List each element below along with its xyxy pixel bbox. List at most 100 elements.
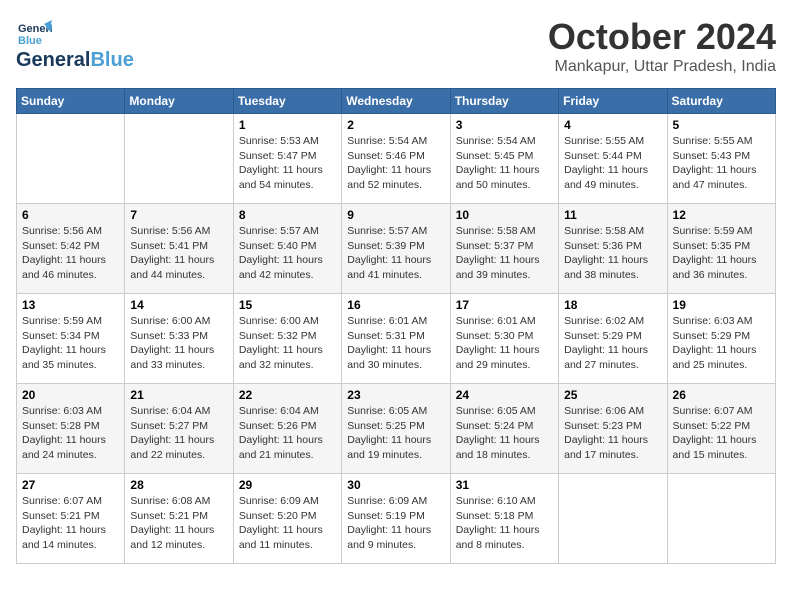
day-cell-25: 25Sunrise: 6:06 AMSunset: 5:23 PMDayligh… bbox=[559, 384, 667, 474]
calendar-header: SundayMondayTuesdayWednesdayThursdayFrid… bbox=[17, 89, 776, 114]
day-cell-9: 9Sunrise: 5:57 AMSunset: 5:39 PMDaylight… bbox=[342, 204, 450, 294]
page-header: General Blue General Blue October 2024 M… bbox=[16, 16, 776, 76]
day-cell-15: 15 Sunrise: 6:00 AMSunset: 5:32 PMDayligh… bbox=[233, 294, 341, 384]
day-number: 11 bbox=[564, 208, 661, 222]
day-info: Sunrise: 6:03 AMSunset: 5:28 PMDaylight:… bbox=[22, 404, 119, 463]
day-number: 1 bbox=[239, 118, 336, 132]
day-info: Sunrise: 5:59 AMSunset: 5:35 PMDaylight:… bbox=[673, 224, 770, 283]
day-cell-16: 16 Sunrise: 6:01 AMSunset: 5:31 PMDayligh… bbox=[342, 294, 450, 384]
day-number: 23 bbox=[347, 388, 444, 402]
day-cell-12: 12 Sunrise: 5:59 AMSunset: 5:35 PMDayligh… bbox=[667, 204, 775, 294]
day-number: 9 bbox=[347, 208, 444, 222]
day-info: Sunrise: 6:02 AMSunset: 5:29 PMDaylight:… bbox=[564, 314, 661, 373]
day-info: Sunrise: 6:07 AMSunset: 5:21 PMDaylight:… bbox=[22, 494, 119, 553]
column-header-wednesday: Wednesday bbox=[342, 89, 450, 114]
day-number: 4 bbox=[564, 118, 661, 132]
day-cell-27: 27 Sunrise: 6:07 AMSunset: 5:21 PMDayligh… bbox=[17, 474, 125, 564]
logo: General Blue General Blue bbox=[16, 16, 134, 72]
day-info: Sunrise: 6:05 AMSunset: 5:24 PMDaylight:… bbox=[456, 404, 553, 463]
day-number: 17 bbox=[456, 298, 553, 312]
empty-cell bbox=[667, 474, 775, 564]
day-number: 18 bbox=[564, 298, 661, 312]
day-number: 14 bbox=[130, 298, 227, 312]
header-row: SundayMondayTuesdayWednesdayThursdayFrid… bbox=[17, 89, 776, 114]
day-info: Sunrise: 6:00 AMSunset: 5:32 PMDaylight:… bbox=[239, 314, 336, 373]
day-info: Sunrise: 5:59 AMSunset: 5:34 PMDaylight:… bbox=[22, 314, 119, 373]
day-number: 16 bbox=[347, 298, 444, 312]
day-cell-14: 14 Sunrise: 6:00 AMSunset: 5:33 PMDayligh… bbox=[125, 294, 233, 384]
day-cell-26: 26Sunrise: 6:07 AMSunset: 5:22 PMDayligh… bbox=[667, 384, 775, 474]
day-info: Sunrise: 6:03 AMSunset: 5:29 PMDaylight:… bbox=[673, 314, 770, 373]
day-number: 20 bbox=[22, 388, 119, 402]
day-cell-17: 17Sunrise: 6:01 AMSunset: 5:30 PMDayligh… bbox=[450, 294, 558, 384]
day-info: Sunrise: 6:09 AMSunset: 5:20 PMDaylight:… bbox=[239, 494, 336, 553]
empty-cell bbox=[559, 474, 667, 564]
day-cell-18: 18 Sunrise: 6:02 AMSunset: 5:29 PMDayligh… bbox=[559, 294, 667, 384]
day-cell-8: 8 Sunrise: 5:57 AMSunset: 5:40 PMDaylight… bbox=[233, 204, 341, 294]
week-row-1: 1Sunrise: 5:53 AMSunset: 5:47 PMDaylight… bbox=[17, 114, 776, 204]
week-row-3: 13 Sunrise: 5:59 AMSunset: 5:34 PMDayligh… bbox=[17, 294, 776, 384]
day-info: Sunrise: 5:56 AMSunset: 5:42 PMDaylight:… bbox=[22, 224, 119, 283]
empty-cell bbox=[17, 114, 125, 204]
day-info: Sunrise: 5:58 AMSunset: 5:36 PMDaylight:… bbox=[564, 224, 661, 283]
day-number: 5 bbox=[673, 118, 770, 132]
location: Mankapur, Uttar Pradesh, India bbox=[548, 58, 776, 76]
day-cell-11: 11 Sunrise: 5:58 AMSunset: 5:36 PMDayligh… bbox=[559, 204, 667, 294]
day-number: 2 bbox=[347, 118, 444, 132]
column-header-saturday: Saturday bbox=[667, 89, 775, 114]
day-number: 25 bbox=[564, 388, 661, 402]
day-info: Sunrise: 6:09 AMSunset: 5:19 PMDaylight:… bbox=[347, 494, 444, 553]
day-cell-13: 13 Sunrise: 5:59 AMSunset: 5:34 PMDayligh… bbox=[17, 294, 125, 384]
day-info: Sunrise: 5:55 AMSunset: 5:43 PMDaylight:… bbox=[673, 134, 770, 193]
day-cell-23: 23 Sunrise: 6:05 AMSunset: 5:25 PMDayligh… bbox=[342, 384, 450, 474]
day-number: 28 bbox=[130, 478, 227, 492]
day-info: Sunrise: 5:54 AMSunset: 5:46 PMDaylight:… bbox=[347, 134, 444, 193]
day-info: Sunrise: 5:58 AMSunset: 5:37 PMDaylight:… bbox=[456, 224, 553, 283]
day-cell-29: 29Sunrise: 6:09 AMSunset: 5:20 PMDayligh… bbox=[233, 474, 341, 564]
day-number: 31 bbox=[456, 478, 553, 492]
day-number: 12 bbox=[673, 208, 770, 222]
day-number: 27 bbox=[22, 478, 119, 492]
day-info: Sunrise: 6:08 AMSunset: 5:21 PMDaylight:… bbox=[130, 494, 227, 553]
day-info: Sunrise: 5:55 AMSunset: 5:44 PMDaylight:… bbox=[564, 134, 661, 193]
day-info: Sunrise: 6:04 AMSunset: 5:27 PMDaylight:… bbox=[130, 404, 227, 463]
day-number: 7 bbox=[130, 208, 227, 222]
day-cell-24: 24Sunrise: 6:05 AMSunset: 5:24 PMDayligh… bbox=[450, 384, 558, 474]
day-cell-10: 10 Sunrise: 5:58 AMSunset: 5:37 PMDayligh… bbox=[450, 204, 558, 294]
day-number: 30 bbox=[347, 478, 444, 492]
calendar: SundayMondayTuesdayWednesdayThursdayFrid… bbox=[16, 88, 776, 564]
column-header-tuesday: Tuesday bbox=[233, 89, 341, 114]
day-number: 26 bbox=[673, 388, 770, 402]
day-cell-2: 2 Sunrise: 5:54 AMSunset: 5:46 PMDaylight… bbox=[342, 114, 450, 204]
column-header-thursday: Thursday bbox=[450, 89, 558, 114]
day-number: 13 bbox=[22, 298, 119, 312]
column-header-sunday: Sunday bbox=[17, 89, 125, 114]
day-number: 15 bbox=[239, 298, 336, 312]
day-info: Sunrise: 6:04 AMSunset: 5:26 PMDaylight:… bbox=[239, 404, 336, 463]
week-row-5: 27 Sunrise: 6:07 AMSunset: 5:21 PMDayligh… bbox=[17, 474, 776, 564]
day-cell-1: 1Sunrise: 5:53 AMSunset: 5:47 PMDaylight… bbox=[233, 114, 341, 204]
day-info: Sunrise: 6:05 AMSunset: 5:25 PMDaylight:… bbox=[347, 404, 444, 463]
day-cell-7: 7Sunrise: 5:56 AMSunset: 5:41 PMDaylight… bbox=[125, 204, 233, 294]
logo-general: General bbox=[16, 49, 90, 72]
day-cell-19: 19 Sunrise: 6:03 AMSunset: 5:29 PMDayligh… bbox=[667, 294, 775, 384]
day-cell-22: 22 Sunrise: 6:04 AMSunset: 5:26 PMDayligh… bbox=[233, 384, 341, 474]
week-row-2: 6 Sunrise: 5:56 AMSunset: 5:42 PMDaylight… bbox=[17, 204, 776, 294]
day-number: 19 bbox=[673, 298, 770, 312]
day-number: 21 bbox=[130, 388, 227, 402]
day-number: 6 bbox=[22, 208, 119, 222]
day-info: Sunrise: 6:10 AMSunset: 5:18 PMDaylight:… bbox=[456, 494, 553, 553]
day-number: 22 bbox=[239, 388, 336, 402]
day-info: Sunrise: 5:57 AMSunset: 5:40 PMDaylight:… bbox=[239, 224, 336, 283]
day-cell-31: 31 Sunrise: 6:10 AMSunset: 5:18 PMDayligh… bbox=[450, 474, 558, 564]
day-number: 10 bbox=[456, 208, 553, 222]
day-cell-4: 4 Sunrise: 5:55 AMSunset: 5:44 PMDaylight… bbox=[559, 114, 667, 204]
day-info: Sunrise: 6:01 AMSunset: 5:31 PMDaylight:… bbox=[347, 314, 444, 373]
svg-text:Blue: Blue bbox=[18, 35, 42, 47]
day-cell-28: 28 Sunrise: 6:08 AMSunset: 5:21 PMDayligh… bbox=[125, 474, 233, 564]
day-info: Sunrise: 6:00 AMSunset: 5:33 PMDaylight:… bbox=[130, 314, 227, 373]
day-cell-20: 20 Sunrise: 6:03 AMSunset: 5:28 PMDayligh… bbox=[17, 384, 125, 474]
day-number: 8 bbox=[239, 208, 336, 222]
column-header-friday: Friday bbox=[559, 89, 667, 114]
day-cell-3: 3Sunrise: 5:54 AMSunset: 5:45 PMDaylight… bbox=[450, 114, 558, 204]
